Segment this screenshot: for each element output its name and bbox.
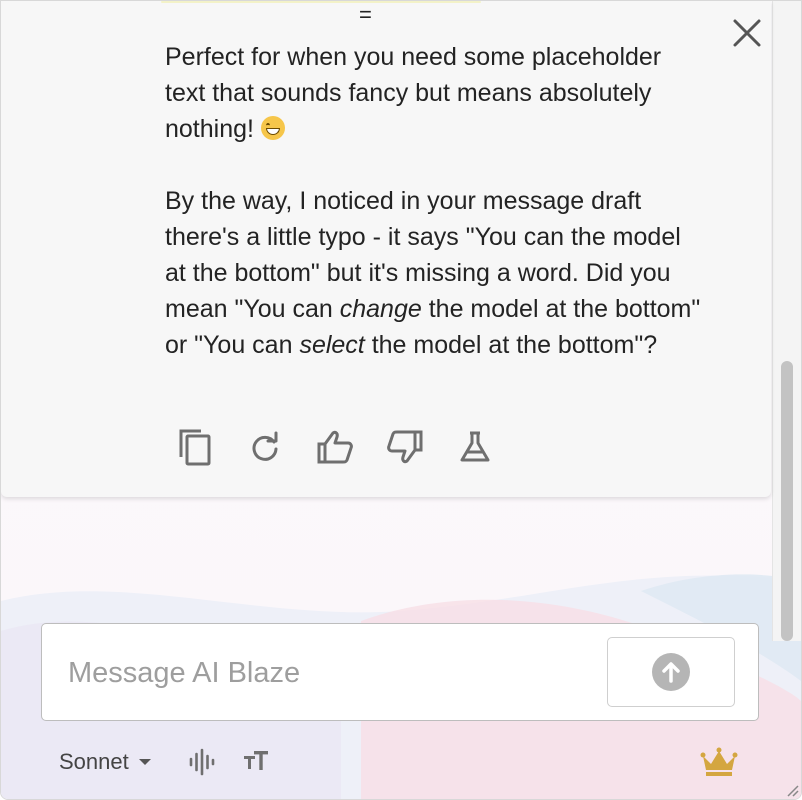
- thumbs-up-button[interactable]: [315, 427, 355, 467]
- crown-icon: [700, 747, 738, 776]
- assistant-message-card: = Perfect for when you need some placeho…: [1, 1, 771, 497]
- text-size-icon: [244, 751, 268, 770]
- premium-button[interactable]: [699, 747, 739, 777]
- highlight-strip: [161, 1, 481, 3]
- close-button[interactable]: [729, 15, 765, 51]
- model-selector[interactable]: Sonnet: [59, 747, 151, 777]
- experiment-button[interactable]: [455, 427, 495, 467]
- message-paragraph-2: By the way, I noticed in your message dr…: [165, 183, 705, 363]
- text-size-button[interactable]: [241, 747, 271, 777]
- thumbs-down-icon: [387, 430, 423, 464]
- refresh-icon: [252, 431, 278, 461]
- scrollbar-thumb[interactable]: [781, 361, 793, 641]
- message-emphasis-change: change: [339, 295, 422, 323]
- flask-icon: [460, 431, 490, 462]
- copy-button[interactable]: [175, 427, 215, 467]
- model-selector-label: Sonnet: [59, 749, 129, 774]
- message-emphasis-select: select: [299, 331, 365, 359]
- regenerate-button[interactable]: [245, 427, 285, 467]
- composer-toolbar: Sonnet: [1, 737, 801, 787]
- grinning-face-emoji-icon: [260, 116, 285, 140]
- chat-panel: = Perfect for when you need some placeho…: [0, 0, 802, 800]
- message-paragraph-1: Perfect for when you need some placehold…: [165, 39, 705, 147]
- message-p2-after: the model at the bottom"?: [364, 331, 658, 359]
- resize-handle-icon[interactable]: [785, 783, 799, 797]
- message-paragraph-1-text: Perfect for when you need some placehold…: [165, 43, 662, 143]
- chevron-down-icon: [138, 759, 151, 765]
- voice-input-button[interactable]: [187, 747, 217, 777]
- arrow-up-icon: [652, 653, 690, 691]
- thumbs-up-icon: [317, 430, 353, 464]
- message-input[interactable]: [66, 648, 590, 698]
- thumbs-down-button[interactable]: [385, 427, 425, 467]
- close-icon: [733, 19, 761, 47]
- send-button[interactable]: [607, 637, 735, 707]
- composer-box: [41, 623, 759, 721]
- separator-glyph: =: [359, 2, 372, 27]
- copy-icon: [179, 429, 211, 466]
- waveform-icon: [189, 748, 215, 776]
